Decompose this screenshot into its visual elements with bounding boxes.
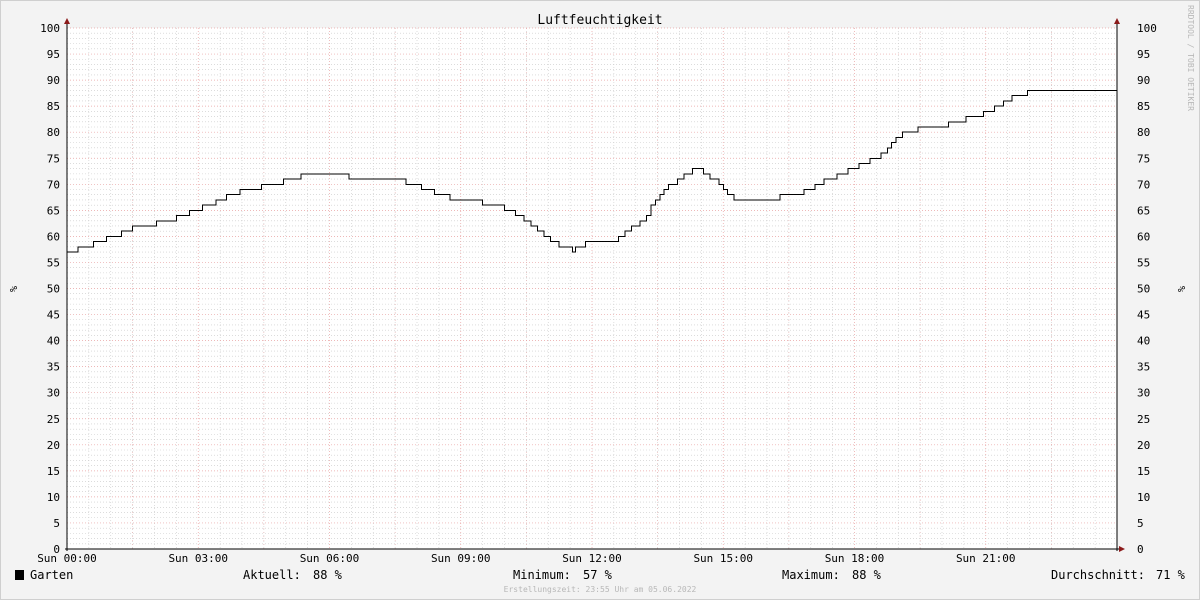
x-tick-label: Sun 06:00 (300, 552, 360, 565)
graph-window: 0 5 10 15 20 25 30 35 40 45 50 55 60 65 70 75 80 85 90 95 10… (0, 0, 1200, 600)
humidity-chart: 0 5 10 15 20 25 30 35 40 45 50 55 60 65 70 75 80 85 90 95 10… (0, 0, 1200, 600)
y-tick-label-right: 65 (1137, 204, 1150, 217)
stat-minimum-value: 57 % (583, 568, 613, 582)
y-tick-label-right: 100 (1137, 22, 1157, 35)
y-tick-label-left: 10 (47, 491, 60, 504)
y-tick-label-right: 60 (1137, 230, 1150, 243)
x-tick-label: Sun 03:00 (168, 552, 228, 565)
y-tick-label-right: 50 (1137, 283, 1150, 296)
y-tick-label-right: 40 (1137, 335, 1150, 348)
y-tick-label-left: 5 (53, 517, 60, 530)
stat-aktuell-label: Aktuell: (243, 568, 301, 582)
y-tick-label-right: 85 (1137, 100, 1150, 113)
stat-maximum-label: Maximum: (782, 568, 840, 582)
y-tick-label-left: 60 (47, 230, 60, 243)
y-tick-label-left: 80 (47, 126, 60, 139)
stat-durchschnitt-value: 71 % (1156, 568, 1186, 582)
y-tick-label-left: 85 (47, 100, 60, 113)
y-tick-label-left: 75 (47, 152, 60, 165)
y-tick-label-left: 50 (47, 283, 60, 296)
y-tick-label-left: 15 (47, 465, 60, 478)
x-tick-label: Sun 09:00 (431, 552, 491, 565)
chart-title: Luftfeuchtigkeit (537, 13, 662, 28)
y-tick-label-right: 0 (1137, 543, 1144, 556)
y-tick-label-left: 35 (47, 361, 60, 374)
stat-aktuell-value: 88 % (313, 568, 343, 582)
x-tick-label: Sun 00:00 (37, 552, 97, 565)
y-tick-label-left: 55 (47, 256, 60, 269)
y-tick-label-right: 45 (1137, 309, 1150, 322)
creation-timestamp: Erstellungszeit: 23:55 Uhr am 05.06.2022 (504, 585, 697, 594)
y-tick-label-right: 25 (1137, 413, 1150, 426)
y-tick-label-right: 10 (1137, 491, 1150, 504)
y-tick-label-right: 70 (1137, 178, 1150, 191)
y-tick-label-right: 20 (1137, 439, 1150, 452)
y-tick-label-left: 95 (47, 48, 60, 61)
x-tick-label: Sun 21:00 (956, 552, 1016, 565)
y-tick-label-left: 70 (47, 178, 60, 191)
stat-maximum-value: 88 % (852, 568, 882, 582)
y-tick-label-right: 90 (1137, 74, 1150, 87)
x-tick-label: Sun 18:00 (825, 552, 885, 565)
y-tick-label-left: 45 (47, 309, 60, 322)
legend-swatch (15, 570, 24, 580)
stat-durchschnitt-label: Durchschnitt: (1051, 568, 1145, 582)
y-tick-label-right: 5 (1137, 517, 1144, 530)
y-tick-label-right: 95 (1137, 48, 1150, 61)
legend-series-name: Garten (30, 568, 73, 582)
y-tick-label-right: 75 (1137, 152, 1150, 165)
x-tick-label: Sun 12:00 (562, 552, 622, 565)
y-tick-label-right: 55 (1137, 256, 1150, 269)
y-tick-label-right: 35 (1137, 361, 1150, 374)
x-tick-label: Sun 15:00 (693, 552, 753, 565)
y-tick-label-left: 30 (47, 387, 60, 400)
y-tick-label-right: 80 (1137, 126, 1150, 139)
stat-minimum-label: Minimum: (513, 568, 571, 582)
y-tick-label-left: 90 (47, 74, 60, 87)
y-tick-label-left: 65 (47, 204, 60, 217)
y-axis-label-right: % (1175, 286, 1186, 292)
y-tick-label-left: 100 (40, 22, 60, 35)
rrdtool-watermark: RRDTOOL / TOBI OETIKER (1186, 5, 1195, 111)
y-tick-label-left: 25 (47, 413, 60, 426)
y-tick-label-left: 40 (47, 335, 60, 348)
y-tick-label-left: 20 (47, 439, 60, 452)
y-tick-label-right: 15 (1137, 465, 1150, 478)
y-axis-label-left: % (7, 286, 18, 292)
y-tick-label-right: 30 (1137, 387, 1150, 400)
